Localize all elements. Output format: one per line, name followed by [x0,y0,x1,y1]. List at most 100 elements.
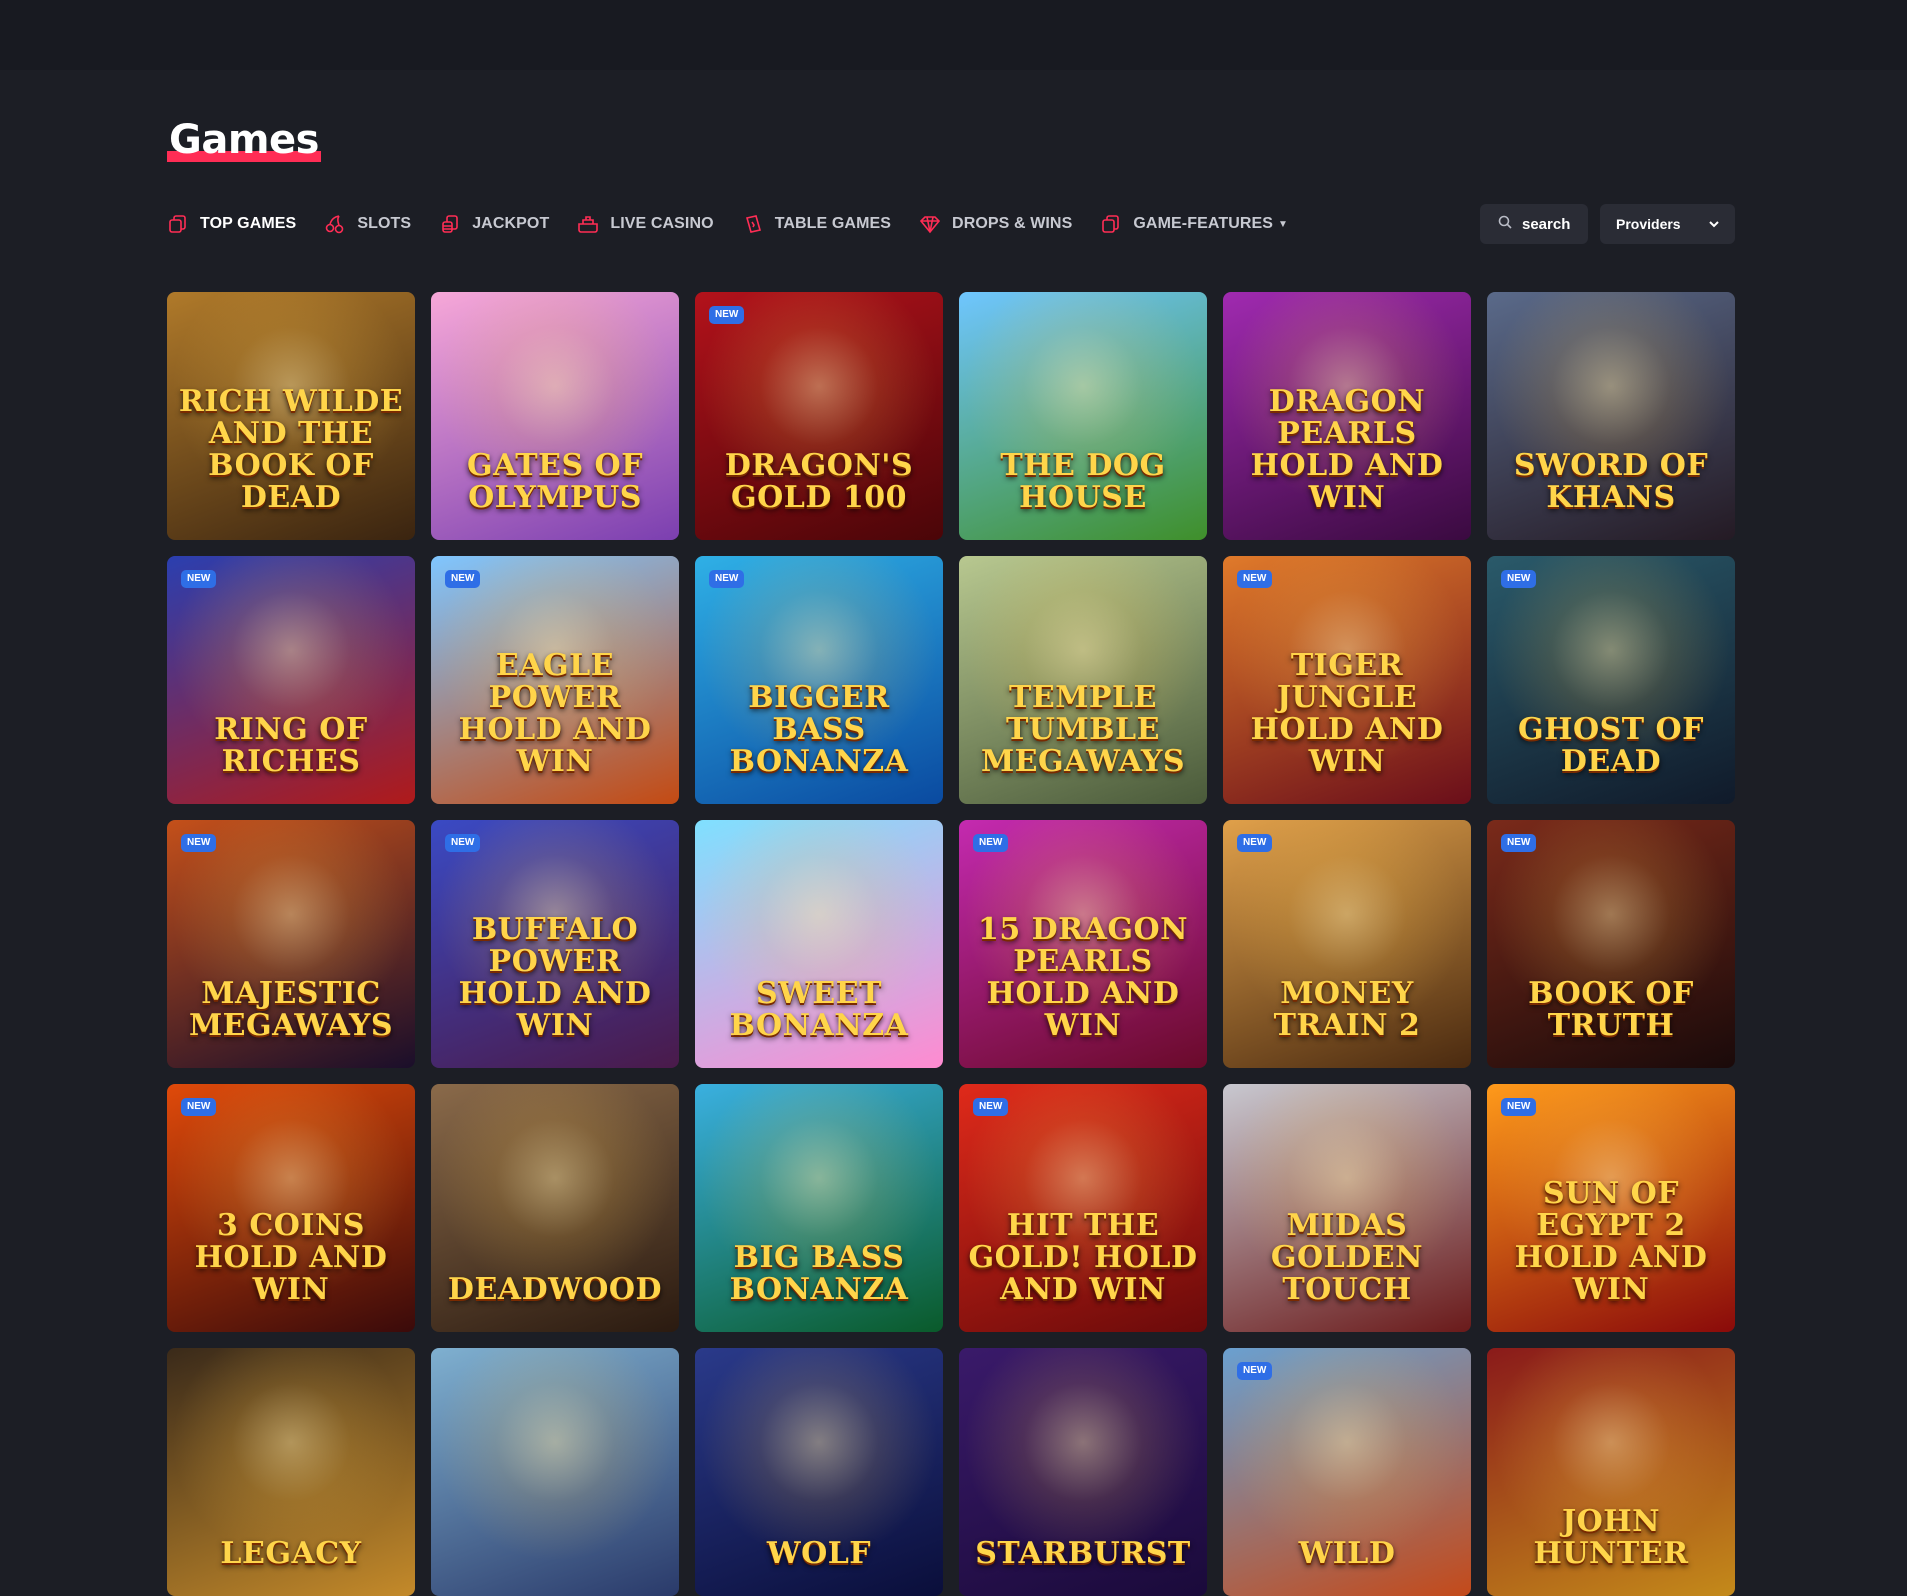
game-tile[interactable]: STARBURST [959,1348,1207,1596]
new-badge: NEW [181,570,217,588]
game-tile[interactable]: TEMPLE TUMBLE MEGAWAYS [959,556,1207,804]
top-header-bar [0,0,1907,70]
game-title: EAGLE POWER HOLD AND WIN [458,648,652,779]
game-tile[interactable]: BIGGER BASS BONANZA NEW [695,556,943,804]
search-label: search [1522,215,1571,233]
game-title: DRAGON'S GOLD 100 [724,448,914,515]
game-tile[interactable]: BIG BASS BONANZA [695,1084,943,1332]
game-tile[interactable]: DRAGON'S GOLD 100 NEW [695,292,943,540]
new-badge: NEW [445,834,481,852]
game-tile[interactable]: EAGLE POWER HOLD AND WIN NEW [431,556,679,804]
game-tile[interactable]: SWEET BONANZA [695,820,943,1068]
nav-item-top-games[interactable]: TOP GAMES [167,204,296,244]
game-tile[interactable]: MONEY TRAIN 2 NEW [1223,820,1471,1068]
game-title: SUN OF EGYPT 2 HOLD AND WIN [1514,1176,1708,1307]
game-tile[interactable] [431,1348,679,1596]
nav-item-label: TOP GAMES [200,215,297,232]
game-title: RING OF RICHES [214,712,368,779]
game-title: 15 DRAGON PEARLS HOLD AND WIN [977,912,1189,1043]
game-tile[interactable]: 3 COINS HOLD AND WIN NEW [167,1084,415,1332]
game-title: BOOK OF TRUTH [1528,976,1694,1043]
coin-stack-icon [439,213,461,235]
nav-item-drops-wins[interactable]: DROPS & WINS [919,204,1072,244]
game-title: HIT THE GOLD! HOLD AND WIN [968,1208,1198,1307]
game-title: WILD [1298,1536,1396,1571]
game-tile[interactable]: TIGER JUNGLE HOLD AND WIN NEW [1223,556,1471,804]
game-title: BUFFALO POWER HOLD AND WIN [458,912,652,1043]
game-title: Rich Wilde and the BOOK OF DEAD [178,384,404,515]
new-badge: NEW [709,306,745,324]
search-button[interactable]: search [1480,204,1588,244]
game-tile[interactable]: MIDAS GOLDEN TOUCH [1223,1084,1471,1332]
cherries-icon [324,213,346,235]
nav-item-label: JACKPOT [472,215,550,232]
game-title: MAJESTIC MEGAWAYS [188,976,394,1043]
game-tile[interactable]: LEGACY [167,1348,415,1596]
game-tile[interactable]: SUN OF EGYPT 2 HOLD AND WIN NEW [1487,1084,1735,1332]
game-title: LEGACY [220,1536,362,1571]
game-tile[interactable]: The DOG HOUSE [959,292,1207,540]
game-tile[interactable]: BUFFALO POWER HOLD AND WIN NEW [431,820,679,1068]
game-tile[interactable]: DEADWOOD [431,1084,679,1332]
game-title: DRAGON PEARLS HOLD AND WIN [1250,384,1444,515]
game-tile[interactable]: MAJESTIC MEGAWAYS NEW [167,820,415,1068]
game-tile[interactable]: HIT THE GOLD! HOLD AND WIN NEW [959,1084,1207,1332]
game-tile[interactable]: GHOST OF DEAD NEW [1487,556,1735,804]
game-tile[interactable]: DRAGON PEARLS HOLD AND WIN [1223,292,1471,540]
new-badge: NEW [973,834,1009,852]
casino-table-icon [577,213,599,235]
new-badge: NEW [1501,570,1537,588]
game-title: SWEET BONANZA [729,976,909,1043]
game-title: BIG BASS BONANZA [729,1240,909,1307]
category-nav: TOP GAMES SLOTS JACKPOT LIVE CASINO TABL… [167,204,1316,244]
nav-item-slots[interactable]: SLOTS [324,204,411,244]
nav-item-jackpot[interactable]: JACKPOT [439,204,549,244]
game-title: JOHN HUNTER [1533,1504,1689,1571]
nav-item-game-features[interactable]: GAME-FEATURES ▼ [1100,204,1288,244]
game-tile[interactable]: JOHN HUNTER [1487,1348,1735,1596]
game-title: WOLF [766,1536,872,1571]
nav-item-label: LIVE CASINO [610,215,714,232]
game-tile[interactable]: Rich Wilde and the BOOK OF DEAD [167,292,415,540]
playing-card-icon [742,213,764,235]
page-title: Games [167,117,321,163]
search-icon [1498,215,1512,234]
game-tile[interactable]: RING OF RICHES NEW [167,556,415,804]
providers-dropdown[interactable]: Providers [1600,204,1735,244]
new-badge: NEW [181,834,217,852]
new-badge: NEW [973,1098,1009,1116]
game-tile[interactable]: BOOK OF TRUTH NEW [1487,820,1735,1068]
game-title: MIDAS GOLDEN TOUCH [1270,1208,1424,1307]
game-title: TEMPLE TUMBLE MEGAWAYS [980,680,1186,779]
new-badge: NEW [1237,1362,1273,1380]
game-title: MONEY TRAIN 2 [1273,976,1421,1043]
nav-item-label: GAME-FEATURES [1133,215,1274,232]
game-tile[interactable]: 15 DRAGON PEARLS HOLD AND WIN NEW [959,820,1207,1068]
game-grid: Rich Wilde and the BOOK OF DEAD Gates of … [167,292,1735,1596]
chevron-down-icon: ▼ [1278,218,1288,230]
game-title: Gates of OLYMPUS [467,448,643,515]
cards-icon [1100,213,1122,235]
nav-item-live-casino[interactable]: LIVE CASINO [577,204,714,244]
game-tile[interactable]: Gates of OLYMPUS [431,292,679,540]
new-badge: NEW [709,570,745,588]
game-tile[interactable]: SWORD OF KHANS [1487,292,1735,540]
new-badge: NEW [1501,834,1537,852]
game-tile[interactable]: WILD NEW [1223,1348,1471,1596]
game-title: 3 COINS HOLD AND WIN [194,1208,388,1307]
game-title: The DOG HOUSE [1000,448,1166,515]
new-badge: NEW [1501,1098,1537,1116]
game-title: TIGER JUNGLE HOLD AND WIN [1250,648,1444,779]
nav-item-label: TABLE GAMES [774,215,892,232]
nav-item-label: DROPS & WINS [952,215,1073,232]
game-title: BIGGER BASS BONANZA [729,680,909,779]
new-badge: NEW [1237,570,1273,588]
chevron-down-icon [1709,215,1719,233]
game-tile[interactable]: WOLF [695,1348,943,1596]
nav-item-table-games[interactable]: TABLE GAMES [742,204,891,244]
providers-label: Providers [1616,216,1681,232]
nav-item-label: SLOTS [357,215,412,232]
new-badge: NEW [1237,834,1273,852]
game-title: DEADWOOD [447,1272,663,1307]
diamond-icon [919,213,941,235]
